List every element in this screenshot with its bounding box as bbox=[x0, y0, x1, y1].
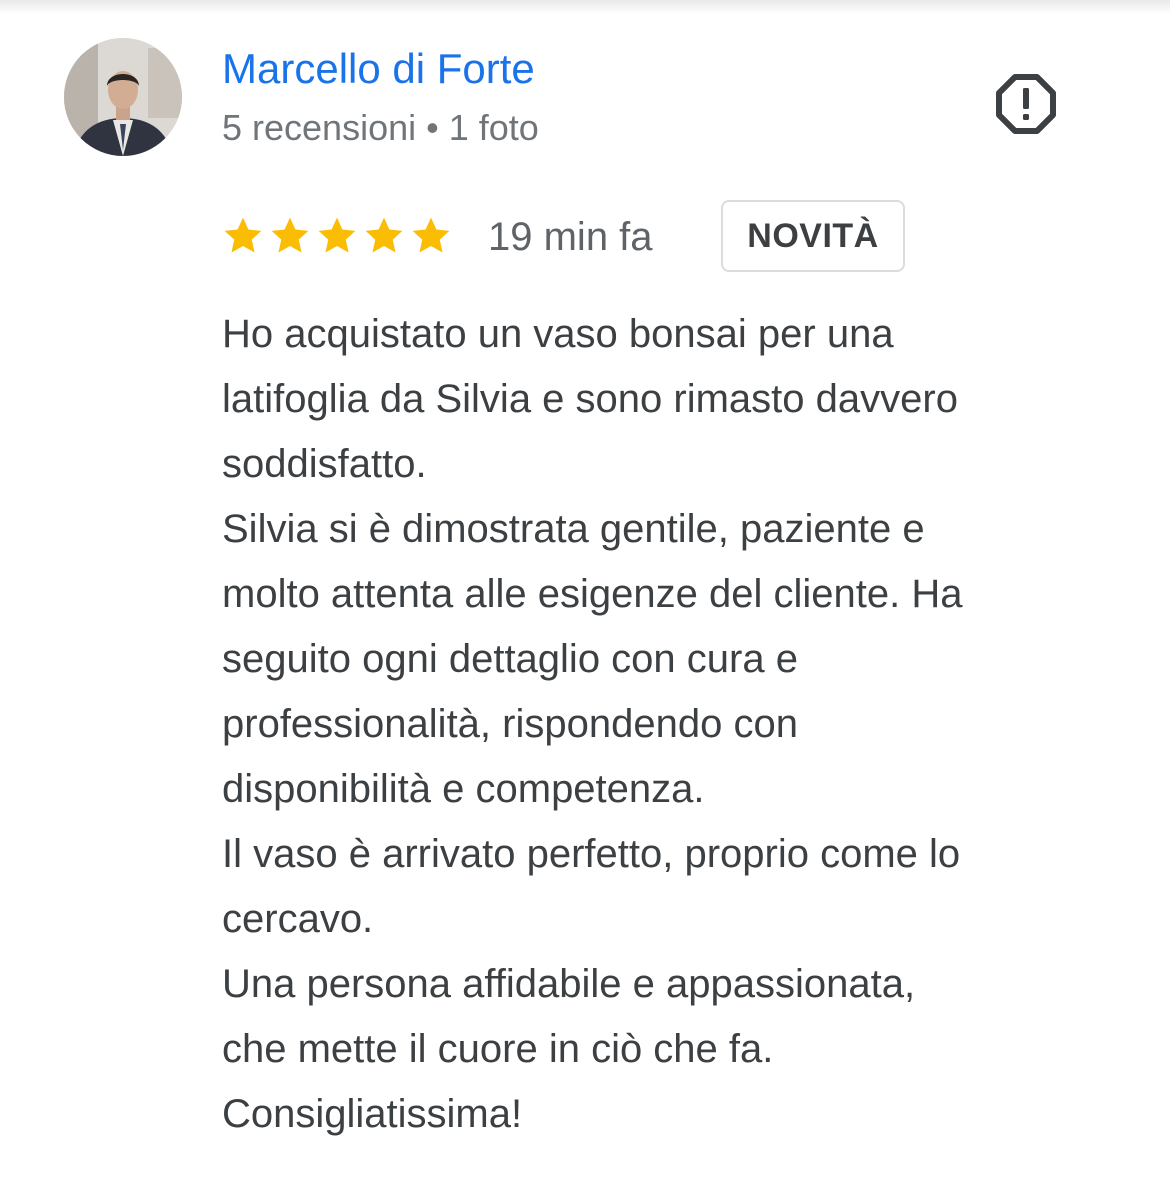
star-icon bbox=[365, 217, 403, 253]
new-badge: NOVITÀ bbox=[721, 200, 905, 272]
star-icon bbox=[412, 217, 450, 253]
review-line: Ho acquistato un vaso bonsai per una bbox=[222, 312, 894, 356]
star-icon bbox=[271, 217, 309, 253]
review-line: Silvia si è dimostrata gentile, paziente… bbox=[222, 507, 925, 551]
rating-row: 19 min fa NOVITÀ bbox=[222, 200, 1122, 276]
star-icon bbox=[318, 217, 356, 253]
review-line: cercavo. bbox=[222, 897, 374, 941]
review-line: Una persona affidabile e appassionata, bbox=[222, 962, 916, 1006]
review-line: latifoglia da Silvia e sono rimasto davv… bbox=[222, 377, 958, 421]
review-line: seguito ogni dettaglio con cura e bbox=[222, 637, 798, 681]
review-line: Consigliatissima! bbox=[222, 1092, 523, 1136]
review-line: Il vaso è arrivato perfetto, proprio com… bbox=[222, 832, 961, 876]
review-line: che mette il cuore in ciò che fa. bbox=[222, 1027, 774, 1071]
review-line: professionalità, rispondendo con bbox=[222, 702, 798, 746]
star-rating bbox=[222, 215, 452, 257]
review-line: molto attenta alle esigenze del cliente.… bbox=[222, 572, 963, 616]
review-line: soddisfatto. bbox=[222, 442, 427, 486]
review-text: Ho acquistato un vaso bonsai per una lati… bbox=[222, 302, 1122, 1147]
report-flag-icon[interactable] bbox=[994, 72, 1058, 136]
review-time: 19 min fa bbox=[488, 215, 653, 259]
avatar[interactable] bbox=[64, 38, 182, 156]
top-shadow bbox=[0, 0, 1170, 14]
star-icon bbox=[224, 217, 262, 253]
review-line: disponibilità e competenza. bbox=[222, 767, 705, 811]
reviewer-name[interactable]: Marcello di Forte bbox=[222, 44, 535, 94]
reviewer-stats: 5 recensioni • 1 foto bbox=[222, 107, 539, 148]
avatar-photo bbox=[64, 38, 182, 156]
